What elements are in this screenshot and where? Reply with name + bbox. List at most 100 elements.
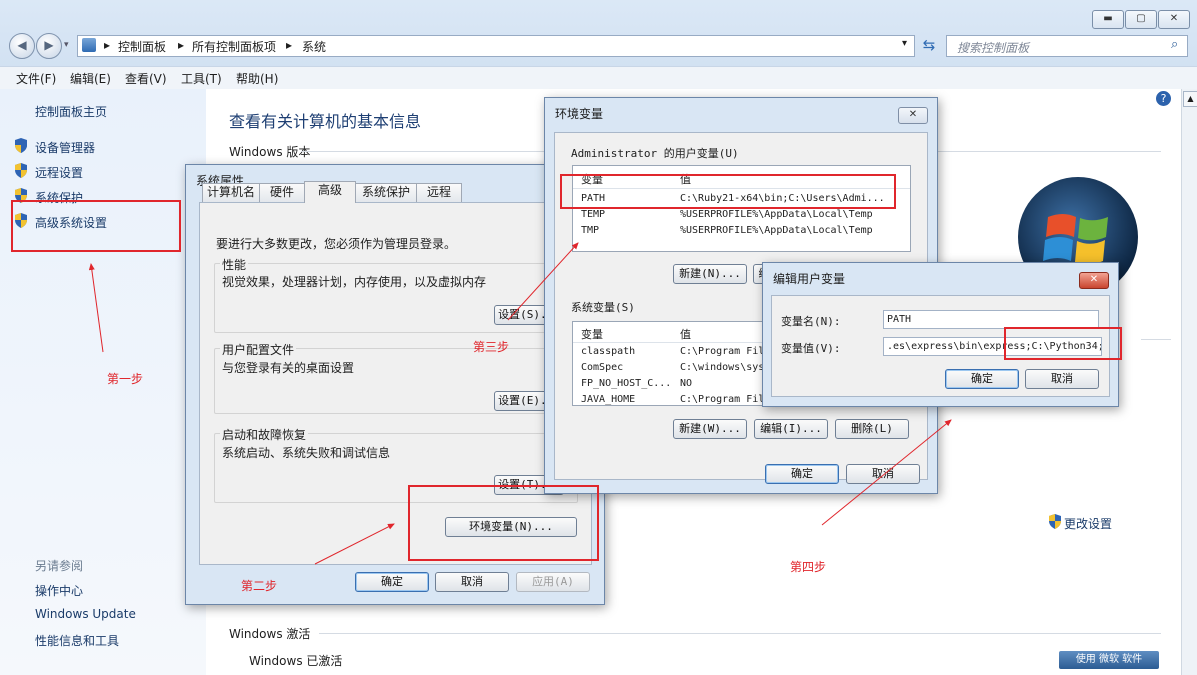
sysprops-cancel-button[interactable]: 取消 bbox=[435, 572, 509, 592]
menu-view[interactable]: 查看(V) bbox=[125, 70, 167, 87]
breadcrumb-arrow-icon: ▸ bbox=[178, 38, 185, 52]
close-icon[interactable]: ✕ bbox=[898, 107, 928, 124]
page-title: 查看有关计算机的基本信息 bbox=[229, 112, 422, 131]
sys-var-name[interactable]: ComSpec bbox=[581, 362, 623, 373]
menu-help[interactable]: 帮助(H) bbox=[236, 70, 278, 87]
highlight-python-path bbox=[1004, 327, 1122, 360]
close-button[interactable]: ✕ bbox=[1158, 10, 1190, 29]
genuine-badge[interactable]: 使用 微软 软件 bbox=[1059, 651, 1159, 669]
windows-activated-text: Windows 已激活 bbox=[249, 654, 343, 668]
control-panel-icon bbox=[82, 38, 96, 52]
see-also-windows-update[interactable]: Windows Update bbox=[35, 607, 136, 621]
search-icon[interactable]: ⌕ bbox=[1171, 37, 1178, 52]
shield-icon bbox=[15, 163, 27, 178]
breadcrumb-arrow-icon: ▸ bbox=[286, 38, 293, 52]
see-also-action-center[interactable]: 操作中心 bbox=[35, 582, 83, 599]
highlight-path-row bbox=[560, 174, 896, 209]
search-placeholder: 搜索控制面板 bbox=[957, 41, 1030, 55]
column-header-variable: 变量 bbox=[581, 328, 603, 341]
startup-recovery-description: 系统启动、系统失败和调试信息 bbox=[222, 446, 391, 460]
sys-var-value[interactable]: C:\windows\sys bbox=[680, 362, 764, 373]
system-new-button[interactable]: 新建(W)... bbox=[673, 419, 747, 439]
tab-system-protection[interactable]: 系统保护 bbox=[355, 183, 417, 202]
user-new-button[interactable]: 新建(N)... bbox=[673, 264, 747, 284]
close-icon[interactable]: ✕ bbox=[1079, 272, 1109, 289]
sys-var-name[interactable]: classpath bbox=[581, 346, 635, 357]
tab-strip: 计算机名 硬件 高级 系统保护 远程 bbox=[200, 181, 591, 203]
tab-remote[interactable]: 远程 bbox=[416, 183, 462, 202]
menu-edit[interactable]: 编辑(E) bbox=[70, 70, 111, 87]
menu-bar: 文件(F) 编辑(E) 查看(V) 工具(T) 帮助(H) bbox=[0, 66, 1197, 89]
see-also-title: 另请参阅 bbox=[35, 559, 84, 573]
breadcrumb-all-items[interactable]: 所有控制面板项 bbox=[192, 38, 276, 55]
performance-description: 视觉效果，处理器计划，内存使用，以及虚拟内存 bbox=[222, 275, 487, 289]
variable-name-label: 变量名(N): bbox=[781, 315, 841, 328]
tab-advanced[interactable]: 高级 bbox=[304, 181, 356, 203]
highlight-advanced-settings bbox=[11, 200, 181, 252]
highlight-env-button bbox=[408, 485, 599, 561]
sys-var-value[interactable]: C:\Program Fil bbox=[680, 394, 764, 405]
control-panel-home-link[interactable]: 控制面板主页 bbox=[35, 103, 107, 120]
column-header-value: 值 bbox=[680, 328, 691, 341]
change-settings-link[interactable]: 更改设置 bbox=[1064, 515, 1112, 532]
sidebar-item-device-manager[interactable]: 设备管理器 bbox=[35, 139, 95, 156]
menu-tools[interactable]: 工具(T) bbox=[181, 70, 222, 87]
maximize-button[interactable]: ▢ bbox=[1125, 10, 1157, 29]
user-profiles-description: 与您登录有关的桌面设置 bbox=[222, 361, 355, 375]
user-var-name[interactable]: TMP bbox=[581, 225, 599, 236]
tab-hardware[interactable]: 硬件 bbox=[259, 183, 305, 202]
sys-var-name[interactable]: JAVA_HOME bbox=[581, 394, 635, 405]
window-chrome: ▬ ▢ ✕ ◀ ▶ ▾ ▸ 控制面板 ▸ 所有控制面板项 ▸ 系统 ▾ ⇆ 搜索… bbox=[0, 0, 1197, 89]
user-profiles-label: 用户配置文件 bbox=[220, 341, 297, 358]
system-delete-button[interactable]: 删除(L) bbox=[835, 419, 909, 439]
scroll-up-icon[interactable]: ▲ bbox=[1183, 91, 1197, 107]
user-var-value[interactable]: %USERPROFILE%\AppData\Local\Temp bbox=[680, 209, 905, 220]
env-cancel-button[interactable]: 取消 bbox=[846, 464, 920, 484]
sysprops-apply-button[interactable]: 应用(A) bbox=[516, 572, 590, 592]
startup-recovery-label: 启动和故障恢复 bbox=[220, 426, 309, 443]
breadcrumb-system[interactable]: 系统 bbox=[302, 38, 326, 55]
system-variables-label: 系统变量(S) bbox=[571, 301, 635, 314]
see-also-performance[interactable]: 性能信息和工具 bbox=[35, 632, 119, 649]
shield-icon bbox=[15, 138, 27, 153]
dialog-title: 编辑用户变量 bbox=[773, 272, 846, 286]
user-var-name[interactable]: TEMP bbox=[581, 209, 605, 220]
step-3-label: 第三步 bbox=[473, 340, 510, 354]
admin-note: 要进行大多数更改，您必须作为管理员登录。 bbox=[216, 237, 457, 251]
step-1-label: 第一步 bbox=[107, 372, 144, 386]
env-ok-button[interactable]: 确定 bbox=[765, 464, 839, 484]
step-4-label: 第四步 bbox=[790, 560, 827, 574]
scrollbar[interactable]: ▲ bbox=[1181, 89, 1197, 675]
help-icon[interactable]: ? bbox=[1156, 91, 1171, 106]
edit-ok-button[interactable]: 确定 bbox=[945, 369, 1019, 389]
back-icon[interactable]: ◀ bbox=[9, 33, 35, 59]
edit-cancel-button[interactable]: 取消 bbox=[1025, 369, 1099, 389]
sidebar-item-remote-settings[interactable]: 远程设置 bbox=[35, 164, 83, 181]
shield-icon bbox=[1049, 514, 1061, 529]
step-2-label: 第二步 bbox=[241, 579, 278, 593]
breadcrumb-arrow-icon: ▸ bbox=[104, 38, 111, 52]
performance-label: 性能 bbox=[220, 256, 249, 273]
windows-activation-heading: Windows 激活 bbox=[229, 627, 311, 641]
dialog-title: 环境变量 bbox=[555, 107, 604, 121]
menu-file[interactable]: 文件(F) bbox=[16, 70, 56, 87]
address-dropdown-icon[interactable]: ▾ bbox=[902, 38, 907, 49]
variable-value-label: 变量值(V): bbox=[781, 342, 841, 355]
user-variables-label: Administrator 的用户变量(U) bbox=[571, 147, 739, 160]
divider bbox=[319, 633, 1161, 634]
forward-icon[interactable]: ▶ bbox=[36, 33, 62, 59]
sys-var-value[interactable]: NO bbox=[680, 378, 692, 389]
search-box[interactable]: 搜索控制面板 ⌕ bbox=[946, 35, 1188, 57]
sys-var-name[interactable]: FP_NO_HOST_C... bbox=[581, 378, 676, 389]
tab-computer-name[interactable]: 计算机名 bbox=[202, 183, 260, 202]
windows-version-heading: Windows 版本 bbox=[229, 145, 311, 159]
history-dropdown-icon[interactable]: ▾ bbox=[64, 40, 69, 50]
sys-var-value[interactable]: C:\Program Fil bbox=[680, 346, 764, 357]
user-var-value[interactable]: %USERPROFILE%\AppData\Local\Temp bbox=[680, 225, 905, 236]
refresh-icon[interactable]: ⇆ bbox=[918, 36, 940, 56]
breadcrumb-control-panel[interactable]: 控制面板 bbox=[118, 38, 166, 55]
system-edit-button[interactable]: 编辑(I)... bbox=[754, 419, 828, 439]
minimize-button[interactable]: ▬ bbox=[1092, 10, 1124, 29]
sysprops-ok-button[interactable]: 确定 bbox=[355, 572, 429, 592]
address-bar[interactable]: ▸ 控制面板 ▸ 所有控制面板项 ▸ 系统 ▾ bbox=[77, 35, 915, 57]
